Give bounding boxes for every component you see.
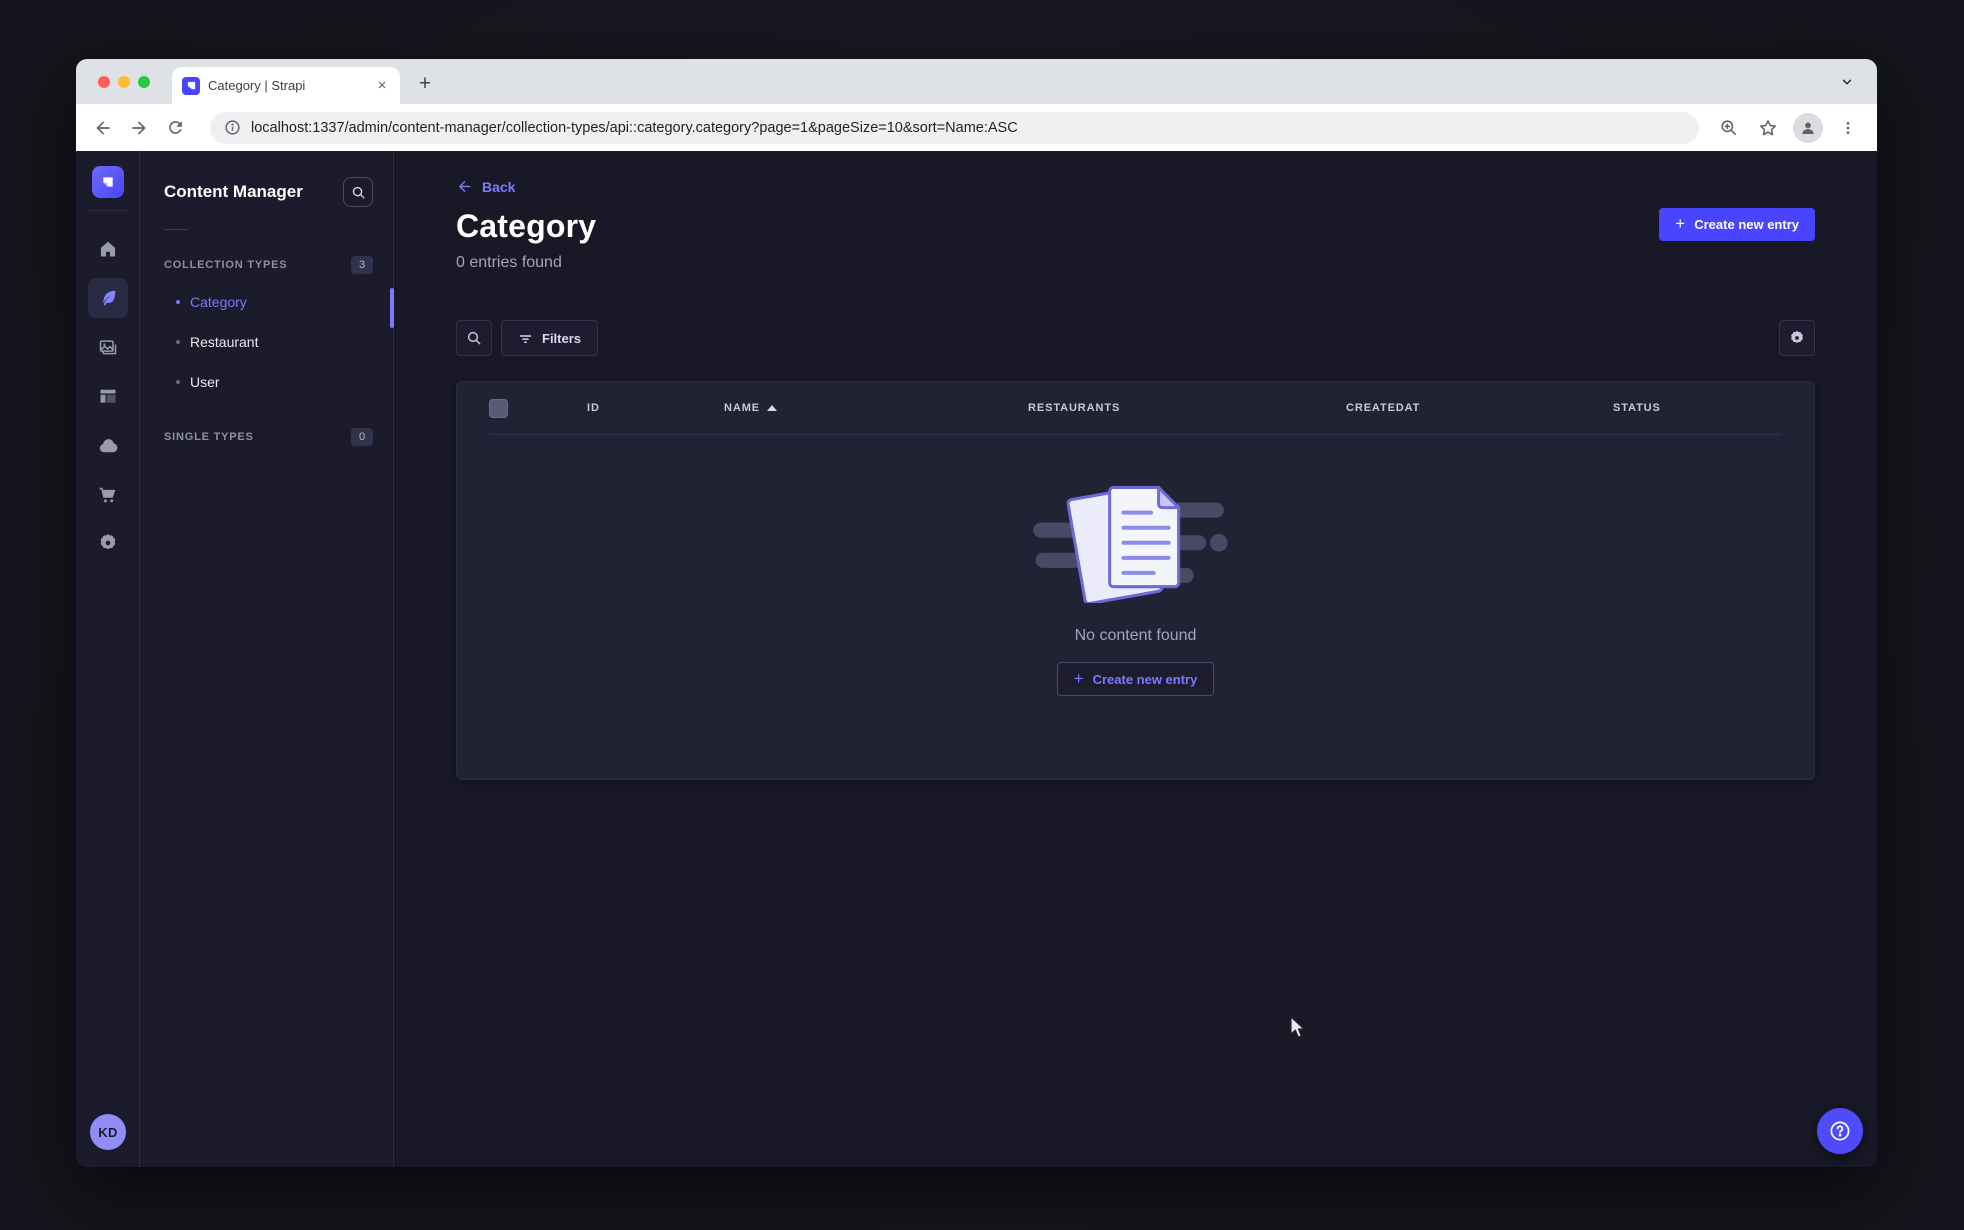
nav-media-library-icon[interactable]	[88, 327, 128, 367]
main-content: Back Category + Create new entry 0 entri…	[394, 151, 1877, 1167]
empty-message: No content found	[1074, 627, 1197, 644]
site-info-icon[interactable]	[224, 119, 241, 136]
list-actions-row: Filters	[456, 320, 1815, 356]
subnav-item-restaurant[interactable]: Restaurant	[140, 322, 393, 362]
single-types-count-badge: 0	[351, 428, 373, 446]
tab-close-icon[interactable]: ×	[374, 78, 390, 94]
bullet-icon	[176, 300, 180, 304]
column-header-createdat[interactable]: CREATEDAT	[1346, 402, 1613, 414]
subnav-item-label: User	[190, 374, 220, 390]
subnav-item-category[interactable]: Category	[140, 282, 393, 322]
nav-deploy-cloud-icon[interactable]	[88, 425, 128, 465]
url-text: localhost:1337/admin/content-manager/col…	[251, 119, 1018, 136]
column-header-id[interactable]: ID	[587, 402, 724, 414]
browser-menu-kebab-icon[interactable]	[1833, 113, 1863, 143]
user-avatar[interactable]: KD	[90, 1114, 126, 1150]
entries-table: ID NAME RESTAURANTS CREATEDAT STATUS No …	[456, 381, 1815, 780]
entries-count: 0 entries found	[456, 254, 562, 271]
single-types-label: SINGLE TYPES	[164, 431, 254, 443]
subnav-item-user[interactable]: User	[140, 362, 393, 402]
minimize-window-button[interactable]	[118, 76, 130, 88]
tab-title: Category | Strapi	[208, 78, 306, 93]
create-entry-button-empty[interactable]: + Create new entry	[1056, 662, 1215, 696]
search-icon	[467, 331, 481, 345]
list-search-button[interactable]	[456, 320, 492, 356]
strapi-admin-app: KD Content Manager COLLECTION TYPES 3 Ca…	[76, 151, 1877, 1167]
back-link[interactable]: Back	[456, 178, 515, 195]
collection-types-label: COLLECTION TYPES	[164, 259, 288, 271]
main-nav-rail: KD	[76, 151, 140, 1167]
tab-search-chevron-icon[interactable]	[1834, 70, 1860, 94]
strapi-logo[interactable]	[91, 166, 124, 198]
bookmark-star-icon[interactable]	[1753, 113, 1783, 143]
search-icon	[352, 186, 364, 198]
plus-icon: +	[1675, 214, 1686, 233]
rail-divider	[88, 210, 127, 211]
column-header-status[interactable]: STATUS	[1613, 402, 1814, 414]
zoom-page-icon[interactable]	[1713, 113, 1743, 143]
new-tab-button[interactable]: +	[412, 72, 438, 98]
traffic-lights	[98, 76, 150, 88]
forward-nav-icon[interactable]	[124, 113, 154, 143]
plus-icon: +	[1073, 668, 1084, 688]
browser-profile-icon[interactable]	[1793, 112, 1823, 143]
column-header-restaurants[interactable]: RESTAURANTS	[1028, 402, 1346, 414]
collection-types-header: COLLECTION TYPES 3	[140, 256, 393, 274]
no-content-illustration	[1032, 485, 1228, 603]
nav-home-icon[interactable]	[88, 229, 128, 269]
empty-state: No content found + Create new entry	[457, 435, 1814, 696]
create-entry-button-header[interactable]: + Create new entry	[1659, 208, 1815, 241]
nav-content-type-builder-icon[interactable]	[88, 376, 128, 416]
nav-content-manager-icon[interactable]	[87, 278, 128, 318]
sort-ascending-icon	[767, 405, 777, 411]
subnav-item-label: Restaurant	[190, 334, 259, 350]
bullet-icon	[176, 340, 180, 344]
browser-toolbar: localhost:1337/admin/content-manager/col…	[76, 104, 1877, 151]
help-button[interactable]	[1817, 1108, 1863, 1154]
reload-icon[interactable]	[160, 113, 190, 143]
gear-icon	[1791, 331, 1803, 343]
bullet-icon	[176, 380, 180, 384]
browser-window: Category | Strapi × + localhost:1337/adm…	[76, 59, 1877, 1167]
table-header-row: ID NAME RESTAURANTS CREATEDAT STATUS	[457, 382, 1814, 434]
subnav-divider	[164, 229, 188, 230]
subnav-item-label: Category	[190, 294, 247, 310]
column-header-name[interactable]: NAME	[724, 402, 1028, 414]
browser-tab-strip: Category | Strapi × +	[76, 59, 1877, 104]
filters-button[interactable]: Filters	[501, 320, 599, 356]
strapi-favicon-icon	[182, 76, 200, 95]
subnav-title: Content Manager	[164, 182, 303, 201]
view-settings-button[interactable]	[1779, 320, 1815, 356]
content-manager-subnav: Content Manager COLLECTION TYPES 3 Categ…	[140, 151, 394, 1167]
single-types-header: SINGLE TYPES 0	[140, 428, 393, 446]
subnav-search-button[interactable]	[343, 177, 373, 207]
url-bar[interactable]: localhost:1337/admin/content-manager/col…	[210, 111, 1699, 144]
browser-tab-active[interactable]: Category | Strapi ×	[172, 67, 400, 104]
question-mark-icon	[1830, 1121, 1850, 1141]
nav-marketplace-cart-icon[interactable]	[88, 474, 128, 514]
back-nav-icon[interactable]	[88, 113, 118, 143]
back-arrow-icon	[458, 180, 471, 193]
close-window-button[interactable]	[98, 76, 110, 88]
maximize-window-button[interactable]	[138, 76, 150, 88]
select-all-checkbox[interactable]	[489, 398, 508, 418]
collection-types-count-badge: 3	[351, 256, 373, 274]
page-title: Category	[456, 208, 597, 244]
nav-settings-gear-icon[interactable]	[88, 523, 128, 563]
filter-icon	[519, 334, 532, 343]
